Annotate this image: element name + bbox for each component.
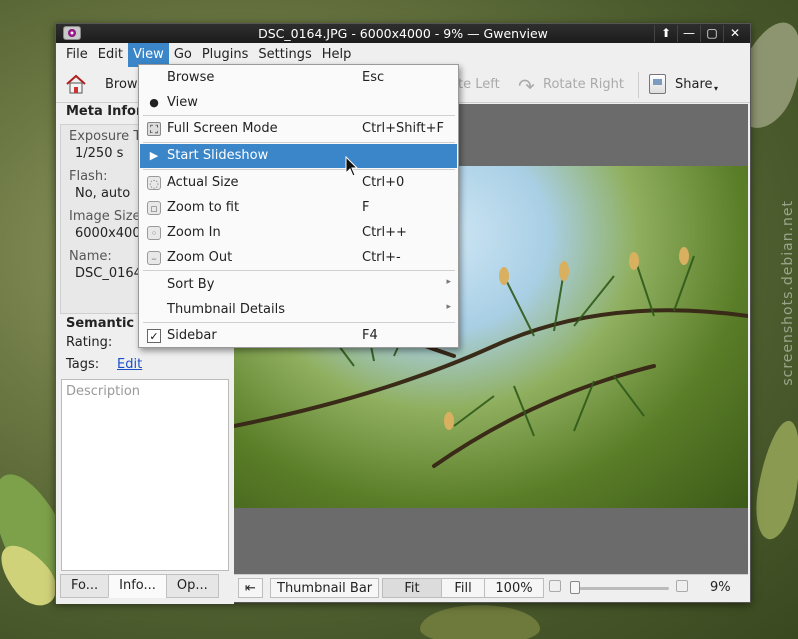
menu-item-label: Sidebar [167,328,217,343]
menu-separator [143,322,455,323]
rotate-right-button[interactable]: Rotate Right [543,77,624,92]
menu-item-shortcut: Ctrl++ [362,225,407,240]
view-menu-dropdown: Browse Esc ● View ⛶ Full Screen Mode Ctr… [138,64,459,348]
menu-file[interactable]: File [61,43,93,67]
tags-edit-link[interactable]: Edit [117,357,142,372]
keep-above-button[interactable]: ⬆ [654,25,677,42]
zoom-in-icon: ◦ [147,226,161,240]
menu-item-shortcut: Ctrl+0 [362,175,405,190]
menu-item-label: Actual Size [167,175,239,190]
meta-info-heading[interactable]: Meta Infor [56,104,142,119]
tags-label: Tags: [66,357,100,372]
menu-item-sidebar[interactable]: ✓ Sidebar F4 [140,324,457,348]
menu-item-label: View [167,95,198,110]
status-bar: ⇤ Thumbnail Bar Fit Fill 100% 9% [234,574,748,600]
meta-value: 1/250 s [75,146,124,161]
menu-separator [143,169,455,170]
tab-folders[interactable]: Fo... [60,574,110,598]
meta-label: Image Size [69,209,141,224]
submenu-arrow-icon: ▸ [446,277,451,287]
zoom-slider-handle[interactable] [570,581,580,594]
menu-item-zoom-out[interactable]: – Zoom Out Ctrl+- [140,246,457,270]
menu-item-start-slideshow[interactable]: ▶ Start Slideshow [140,144,457,168]
menu-separator [143,270,455,271]
menu-item-label: Zoom In [167,225,221,240]
zoom-in-small-icon[interactable] [676,580,688,592]
menu-item-thumbnail-details[interactable]: Thumbnail Details ▸ [140,298,457,322]
meta-label: Flash: [69,169,108,184]
home-icon[interactable] [65,73,87,95]
zoom-percentage[interactable]: 9% [710,578,731,598]
menu-item-shortcut: F [362,200,370,215]
menu-item-label: Thumbnail Details [167,302,285,317]
tab-operations[interactable]: Op... [165,574,219,598]
menu-item-browse[interactable]: Browse Esc [140,66,457,90]
menu-item-actual-size[interactable]: ◌ Actual Size Ctrl+0 [140,171,457,195]
zoom-fit-icon: ▫ [147,201,161,215]
menu-item-full-screen[interactable]: ⛶ Full Screen Mode Ctrl+Shift+F [140,117,457,141]
share-dropdown-arrow-icon[interactable]: ▾ [714,84,718,93]
share-icon[interactable] [649,74,666,94]
menu-item-shortcut: Esc [362,70,385,85]
menu-edit[interactable]: Edit [93,43,128,67]
menu-item-shortcut: Ctrl+Shift+F [362,121,444,136]
thumbnail-bar-button[interactable]: Thumbnail Bar [270,578,380,598]
fullscreen-icon: ⛶ [147,122,161,136]
menu-item-label: Full Screen Mode [167,121,278,136]
menu-separator [143,142,455,143]
rating-label: Rating: [66,335,113,350]
toolbar-separator [638,72,639,98]
menu-item-shortcut: F4 [362,328,378,343]
zoom-out-icon: – [147,251,161,265]
meta-value: No, auto [75,186,131,201]
menu-item-shortcut: Ctrl+- [362,250,401,265]
watermark-text: screenshots.debian.net [780,200,796,386]
menu-item-label: Browse [167,70,215,85]
minimize-button[interactable]: — [677,25,700,42]
semantic-heading[interactable]: Semantic [56,316,134,331]
menu-item-label: Sort By [167,277,215,292]
toggle-sidebar-button[interactable]: ⇤ [238,578,263,598]
play-icon: ▶ [149,149,159,162]
menu-item-label: Zoom Out [167,250,233,265]
meta-label: Name: [69,249,112,264]
zoom-slider[interactable] [573,587,669,590]
submenu-arrow-icon: ▸ [446,302,451,312]
description-field[interactable]: Description [61,379,229,571]
meta-value: DSC_0164 [75,266,142,281]
zoom-100-button[interactable]: 100% [484,578,544,598]
menu-item-zoom-in[interactable]: ◦ Zoom In Ctrl++ [140,221,457,245]
maximize-button[interactable]: ▢ [700,25,723,42]
rotate-left-button[interactable]: te Left [458,77,500,92]
zoom-fit-button[interactable]: Fit [382,578,442,598]
menu-item-zoom-to-fit[interactable]: ▫ Zoom to fit F [140,196,457,220]
rotate-right-icon: ↷ [518,74,535,98]
zoom-original-icon: ◌ [147,176,161,190]
sidebar-tabs: Fo... Info... Op... [60,574,219,598]
close-button[interactable]: ✕ [723,25,746,42]
menu-separator [143,115,455,116]
radio-bullet-icon: ● [149,96,159,109]
share-button[interactable]: Share [675,77,713,92]
zoom-out-small-icon[interactable] [549,580,561,592]
menu-item-view[interactable]: ● View [140,91,457,115]
meta-label: Exposure T [69,129,142,144]
title-bar[interactable]: DSC_0164.JPG - 6000x4000 - 9% — Gwenview… [56,24,750,43]
tab-information[interactable]: Info... [108,574,167,598]
menu-item-sort-by[interactable]: Sort By ▸ [140,273,457,297]
zoom-fill-button[interactable]: Fill [441,578,485,598]
menu-item-label: Zoom to fit [167,200,240,215]
checkbox-checked-icon: ✓ [147,329,161,343]
mouse-cursor-icon [345,156,359,177]
window-title: DSC_0164.JPG - 6000x4000 - 9% — Gwenview [258,26,548,41]
menu-item-label: Start Slideshow [167,148,269,163]
